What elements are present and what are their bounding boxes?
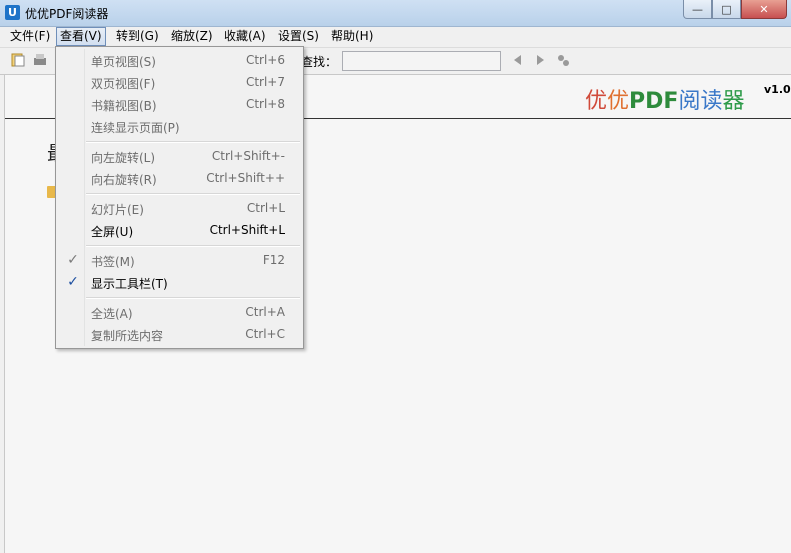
menu-item-bookmarks[interactable]: ✓ 书签(M) F12 [58,249,301,271]
next-result-icon[interactable] [532,52,548,68]
brand-part: 阅读 [678,89,723,114]
menu-goto[interactable]: 转到(G) [113,28,162,45]
menu-item-shortcut: Ctrl+Shift+- [211,149,285,163]
checkmark-icon: ✓ [67,252,79,268]
menu-item-label: 连续显示页面(P) [91,121,180,135]
menu-item-label: 双页视图(F) [91,77,156,91]
menu-item-shortcut: Ctrl+C [245,327,285,341]
menu-separator [86,141,300,143]
menu-item-shortcut: Ctrl+7 [245,75,285,89]
menu-item-label: 显示工具栏(T) [91,277,168,291]
menu-item-slideshow[interactable]: 幻灯片(E) Ctrl+L [58,197,301,219]
menu-item-continuous[interactable]: 连续显示页面(P) [58,115,301,137]
menu-bar: 文件(F) 查看(V) 转到(G) 缩放(Z) 收藏(A) 设置(S) 帮助(H… [0,27,791,48]
close-button[interactable]: ✕ [741,0,787,19]
menu-separator [86,193,300,195]
prev-result-icon[interactable] [510,52,526,68]
menu-item-shortcut: Ctrl+6 [245,53,285,67]
brand-logo: 优优PDF阅读器 [585,83,744,115]
app-logo-icon: U [5,5,20,20]
menu-item-rotate-left[interactable]: 向左旋转(L) Ctrl+Shift+- [58,145,301,167]
window-title: 优优PDF阅读器 [25,7,109,21]
menu-file[interactable]: 文件(F) [7,28,53,45]
menu-item-shortcut: Ctrl+8 [245,97,285,111]
menu-item-shortcut: Ctrl+Shift+L [209,223,285,237]
menu-separator [86,297,300,299]
menu-separator [86,245,300,247]
window-controls: — □ ✕ [683,0,787,19]
minimize-button[interactable]: — [683,0,712,19]
maximize-button[interactable]: □ [712,0,741,19]
menu-item-fullscreen[interactable]: 全屏(U) Ctrl+Shift+L [58,219,301,241]
menu-item-label: 向右旋转(R) [91,173,157,187]
menu-item-rotate-right[interactable]: 向右旋转(R) Ctrl+Shift++ [58,167,301,189]
checkmark-icon: ✓ [67,274,79,290]
title-bar: U 优优PDF阅读器 — □ ✕ [0,0,791,27]
menu-item-two-page[interactable]: 双页视图(F) Ctrl+7 [58,71,301,93]
view-menu-dropdown: 单页视图(S) Ctrl+6 双页视图(F) Ctrl+7 书籍视图(B) Ct… [55,46,304,349]
menu-zoom[interactable]: 缩放(Z) [168,28,216,45]
menu-help[interactable]: 帮助(H) [328,28,376,45]
menu-view[interactable]: 查看(V) [56,27,106,46]
menu-item-label: 幻灯片(E) [91,203,144,217]
menu-item-copy-selection[interactable]: 复制所选内容 Ctrl+C [58,323,301,345]
brand-part: 优 [585,89,608,114]
search-label: 查找： [301,55,338,69]
open-file-icon[interactable] [10,52,26,68]
menu-item-select-all[interactable]: 全选(A) Ctrl+A [58,301,301,323]
brand-part: PDF [629,89,679,114]
menu-item-label: 复制所选内容 [91,329,164,343]
menu-item-label: 全屏(U) [91,225,134,239]
menu-item-label: 向左旋转(L) [91,151,156,165]
brand-part: 优 [607,89,630,114]
search-input[interactable] [342,51,501,71]
menu-item-show-toolbar[interactable]: ✓ 显示工具栏(T) [58,271,301,293]
search-options-icon[interactable] [555,52,571,68]
version-label: v1.0 [764,83,791,96]
brand-part: 器 [722,89,745,114]
menu-item-book-view[interactable]: 书籍视图(B) Ctrl+8 [58,93,301,115]
print-icon[interactable] [32,52,48,68]
menu-item-label: 书籍视图(B) [91,99,157,113]
menu-item-single-page[interactable]: 单页视图(S) Ctrl+6 [58,49,301,71]
menu-item-shortcut: Ctrl+L [246,201,285,215]
menu-item-shortcut: F12 [262,253,285,267]
menu-favorites[interactable]: 收藏(A) [221,28,269,45]
menu-item-label: 单页视图(S) [91,55,156,69]
menu-item-label: 全选(A) [91,307,133,321]
menu-settings[interactable]: 设置(S) [275,28,322,45]
menu-item-label: 书签(M) [91,255,135,269]
menu-item-shortcut: Ctrl+A [245,305,285,319]
menu-item-shortcut: Ctrl+Shift++ [206,171,285,185]
